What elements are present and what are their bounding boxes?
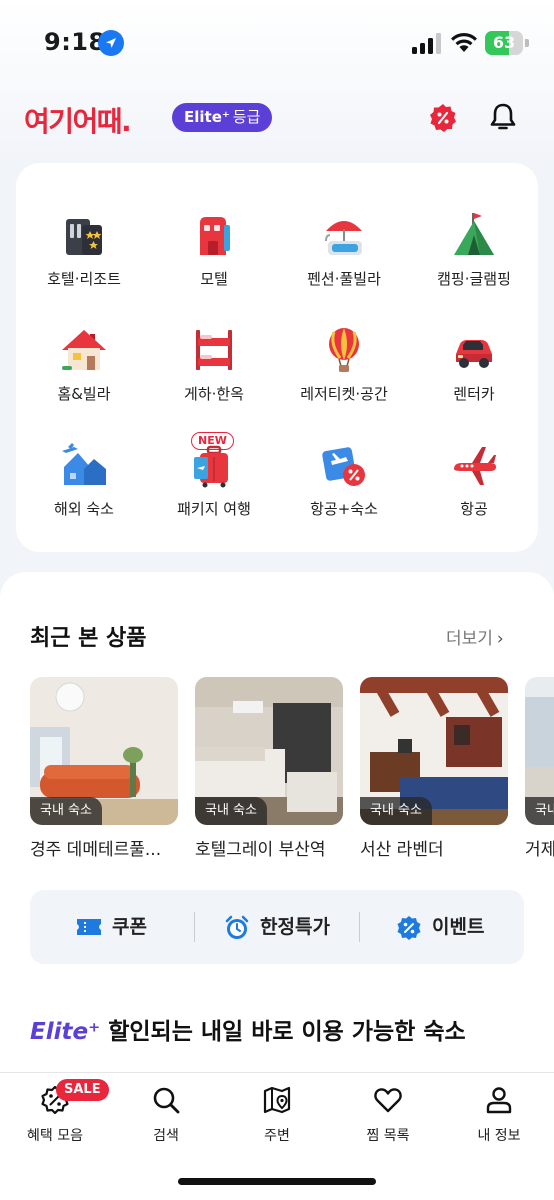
category-rentcar[interactable]: 렌터카 bbox=[409, 326, 539, 436]
recent-item-badge: 국내 숙소 bbox=[360, 797, 432, 825]
category-label: 캠핑·글램핑 bbox=[437, 270, 511, 288]
overseas-icon bbox=[62, 443, 106, 485]
bell-icon[interactable] bbox=[487, 101, 519, 133]
pool-villa-icon bbox=[325, 221, 362, 255]
recent-item-badge: 국내 숙소 bbox=[30, 797, 102, 825]
alarm-clock-icon bbox=[225, 915, 249, 939]
nav-benefits[interactable]: SALE 혜택 모음 bbox=[0, 1079, 110, 1151]
ticket-icon bbox=[77, 919, 101, 935]
category-overseas[interactable]: 해외 숙소 bbox=[19, 441, 149, 551]
elite-grade-badge[interactable]: Elite⁺ 등급 bbox=[172, 103, 273, 132]
category-camping[interactable]: 캠핑·글램핑 bbox=[409, 211, 539, 321]
cellular-signal-icon bbox=[412, 33, 441, 54]
category-label: 항공+숙소 bbox=[310, 500, 378, 518]
category-motel[interactable]: 모텔 bbox=[149, 211, 279, 321]
chevron-right-icon: › bbox=[496, 629, 504, 649]
app-header: 여기어때. Elite⁺ 등급 bbox=[0, 95, 554, 145]
category-guesthouse[interactable]: 게하·한옥 bbox=[149, 326, 279, 436]
house-icon bbox=[62, 330, 106, 370]
airplane-icon bbox=[454, 447, 496, 485]
recent-more-link[interactable]: 더보기 › bbox=[446, 624, 504, 649]
person-icon bbox=[486, 1087, 512, 1114]
recent-item-badge: 국내 bbox=[525, 797, 554, 825]
divider bbox=[359, 912, 360, 942]
category-flight-hotel[interactable]: 항공+숙소 bbox=[279, 441, 409, 551]
percent-badge-icon bbox=[397, 916, 421, 940]
quick-link-label: 이벤트 bbox=[432, 916, 485, 938]
category-hotel[interactable]: 호텔·리조트 bbox=[19, 211, 149, 321]
home-indicator bbox=[178, 1178, 376, 1185]
status-bar: 9:18 63 bbox=[0, 0, 554, 90]
elite-section-text: 할인되는 내일 바로 이용 가능한 숙소 bbox=[108, 1019, 466, 1045]
flight-hotel-icon bbox=[322, 447, 365, 486]
category-pension[interactable]: 펜션·풀빌라 bbox=[279, 211, 409, 321]
battery-level: 63 bbox=[492, 33, 516, 52]
recent-item-badge: 국내 숙소 bbox=[195, 797, 267, 825]
luggage-icon bbox=[194, 445, 228, 488]
category-label: 모텔 bbox=[200, 270, 228, 288]
car-icon bbox=[456, 340, 492, 368]
motel-icon bbox=[200, 217, 230, 255]
recent-item-photo: 국내 bbox=[525, 677, 554, 825]
app-logo[interactable]: 여기어때. bbox=[24, 100, 132, 140]
category-label: 패키지 여행 bbox=[177, 500, 251, 518]
recent-item[interactable]: 국내 숙소 호텔그레이 부산역 bbox=[195, 677, 345, 860]
nav-label: 검색 bbox=[153, 1128, 179, 1144]
quick-links-bar: 쿠폰 한정특가 이벤트 bbox=[30, 890, 524, 964]
balloon-icon bbox=[329, 328, 359, 372]
recent-item-name: 호텔그레이 부산역 bbox=[195, 840, 326, 860]
recent-item[interactable]: 국내 숙소 경주 데메테르풀... bbox=[30, 677, 180, 860]
category-label: 홈&빌라 bbox=[57, 385, 111, 403]
category-label: 해외 숙소 bbox=[54, 500, 114, 518]
sale-badge: SALE bbox=[56, 1079, 109, 1101]
search-icon bbox=[153, 1087, 180, 1114]
hotel-icon bbox=[66, 219, 102, 255]
nav-search[interactable]: 검색 bbox=[111, 1081, 221, 1151]
category-label: 레저티켓·공간 bbox=[300, 385, 388, 403]
recent-item[interactable]: 국내 숙소 서산 라벤더 bbox=[360, 677, 510, 860]
category-label: 렌터카 bbox=[453, 385, 495, 403]
nav-label: 주변 bbox=[264, 1128, 290, 1144]
nav-label: 혜택 모음 bbox=[27, 1128, 83, 1144]
recent-item-name: 거제 bbox=[525, 840, 554, 857]
heart-icon bbox=[374, 1088, 402, 1113]
category-label: 게하·한옥 bbox=[184, 385, 244, 403]
bunk-bed-icon bbox=[196, 330, 232, 370]
recent-item[interactable]: 국내 거제 bbox=[525, 677, 554, 857]
category-label: 호텔·리조트 bbox=[47, 270, 121, 288]
nav-my-info[interactable]: 내 정보 bbox=[444, 1081, 554, 1151]
location-arrow-icon bbox=[98, 30, 124, 56]
category-package[interactable]: NEW 패키지 여행 bbox=[149, 432, 279, 551]
nav-label: 찜 목록 bbox=[366, 1128, 410, 1144]
quick-link-label: 쿠폰 bbox=[112, 916, 147, 938]
tent-icon bbox=[454, 213, 494, 255]
status-time: 9:18 bbox=[44, 28, 106, 56]
quick-link-label: 한정특가 bbox=[260, 916, 330, 938]
battery-icon: 63 bbox=[485, 31, 529, 55]
recent-item-photo: 국내 숙소 bbox=[30, 677, 178, 825]
map-icon bbox=[263, 1086, 291, 1114]
more-label: 더보기 bbox=[446, 629, 493, 649]
elite-section-title: Elite⁺ 할인되는 내일 바로 이용 가능한 숙소 bbox=[30, 1012, 530, 1046]
recent-item-photo: 국내 숙소 bbox=[360, 677, 508, 825]
category-grid: 호텔·리조트 모텔 펜션·풀빌라 캠핑·글램핑 홈&빌라 게하·한옥 레저티켓·… bbox=[16, 163, 538, 552]
category-label: 항공 bbox=[460, 500, 488, 518]
category-home-villa[interactable]: 홈&빌라 bbox=[19, 326, 149, 436]
divider bbox=[194, 912, 195, 942]
nav-wishlist[interactable]: 찜 목록 bbox=[333, 1081, 443, 1151]
category-flight[interactable]: 항공 bbox=[409, 441, 539, 551]
wifi-icon bbox=[451, 32, 477, 52]
elite-label: Elite⁺ bbox=[184, 108, 230, 126]
recent-item-name: 서산 라벤더 bbox=[360, 840, 444, 860]
elite-brand: Elite⁺ bbox=[30, 1019, 101, 1045]
nav-label: 내 정보 bbox=[477, 1128, 521, 1144]
recent-item-photo: 국내 숙소 bbox=[195, 677, 343, 825]
recent-section-title: 최근 본 상품 bbox=[30, 626, 147, 651]
category-leisure[interactable]: 레저티켓·공간 bbox=[279, 326, 409, 436]
category-label: 펜션·풀빌라 bbox=[307, 270, 381, 288]
coupon-icon[interactable] bbox=[428, 103, 458, 133]
nav-nearby[interactable]: 주변 bbox=[222, 1081, 332, 1151]
recent-item-name: 경주 데메테르풀... bbox=[30, 840, 162, 860]
grade-label: 등급 bbox=[232, 108, 261, 126]
